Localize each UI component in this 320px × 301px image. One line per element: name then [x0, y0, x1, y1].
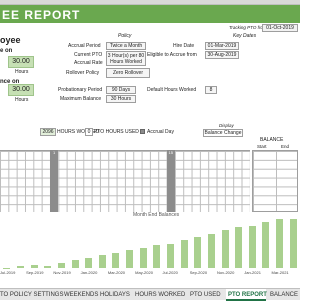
chart-bar [289, 219, 297, 268]
balance-start-label: Start [257, 144, 267, 149]
chart-bar [126, 250, 134, 268]
eligible-label: Eligible to Accrue from [147, 52, 197, 58]
balance-grid [252, 150, 298, 212]
chart-bar [180, 240, 188, 268]
chart-x-tick-label: Sep-2020 [189, 270, 208, 275]
hours-unit-1: Hours [15, 69, 29, 75]
accrual-day-label: Accrual Day [147, 129, 174, 135]
chart-x-axis: Jul-2019 Sep-2019 Nov-2019 Jan-2020 Mar-2020… [0, 270, 300, 278]
chart-x-tick-label: May-2020 [135, 270, 153, 275]
accrual-day-column-15: 15 [166, 150, 175, 212]
chart-bar [98, 254, 106, 268]
eligible-value[interactable]: 30-Aug-2019 [205, 51, 239, 59]
chart-x-tick-label: Nov-2020 [217, 270, 235, 275]
tracking-date[interactable]: 01-Oct-2019 [262, 24, 298, 32]
chart-title: Month End Balances [133, 212, 180, 218]
hours-box-2: 30.00 [8, 84, 34, 96]
sheet-tab-bar: TO POLICY SETTINGS WEEKENDS HOLIDAYS HOU… [0, 288, 300, 301]
probationary-label: Probationary Period [58, 87, 103, 93]
probationary-value[interactable]: 90 Days [106, 86, 136, 94]
tab-weekends-holidays[interactable]: WEEKENDS HOLIDAYS [64, 289, 130, 301]
chart-x-tick-label: Jul-2020 [162, 270, 178, 275]
chart-x-tick-label: Mar-2020 [107, 270, 126, 275]
accrual-day-number-1: 1 [53, 150, 56, 155]
accrual-period-label: Accrual Period [68, 43, 101, 49]
accrual-day-column-1: 1 [50, 150, 59, 212]
chart-bar [153, 245, 161, 268]
accrual-period-value[interactable]: Twice a Month [106, 42, 146, 50]
chart-bar [207, 233, 215, 268]
rollover-policy-label: Rollover Policy [66, 70, 100, 76]
chart-bar [166, 243, 174, 268]
tab-pto-policy-settings[interactable]: TO POLICY SETTINGS [0, 289, 63, 301]
balance-header: BALANCE [260, 137, 284, 143]
chart-bar [85, 258, 93, 268]
pto-used-value: 0 [85, 128, 93, 136]
chart-bar [3, 267, 11, 268]
chart-x-tick-label: Nov-2019 [53, 270, 71, 275]
accrual-day-swatch [140, 129, 145, 134]
chart-bar [139, 248, 147, 268]
accrual-rate-value[interactable]: 3 Hour(s) per 80 Hours Worked [106, 51, 146, 66]
chart-bar [44, 265, 52, 268]
chart-bar [112, 253, 120, 268]
hire-date-label: Hire Date [173, 43, 195, 49]
balance-end-label: End [281, 144, 290, 149]
pto-calendar-grid[interactable] [0, 150, 250, 212]
chart-bar [248, 225, 256, 268]
hire-date-value[interactable]: 01-Mar-2019 [205, 42, 239, 50]
hours-worked-value: 2096 [40, 128, 56, 136]
tab-pto-used[interactable]: PTO USED [190, 289, 223, 301]
pto-used-label: PTO HOURS USED [94, 129, 139, 135]
chart-bar [57, 263, 65, 268]
display-label: Display [219, 123, 234, 128]
chart-bar [194, 236, 202, 268]
max-balance-value[interactable]: 30 Hours [106, 95, 136, 103]
report-banner: EE REPORT [0, 5, 300, 23]
default-hours-value[interactable]: 8 [205, 86, 217, 94]
tab-balance[interactable]: BALANCE [270, 289, 300, 301]
chart-x-tick-label: Jan-2020 [80, 270, 98, 275]
accrual-day-number-15: 15 [168, 150, 173, 155]
chart-bar [71, 259, 79, 268]
current-pto-label: Current PTO [74, 52, 103, 58]
rollover-policy-value[interactable]: Zero Rollover [106, 68, 150, 78]
display-select[interactable]: Balance Change [203, 129, 243, 137]
chart-bar [235, 227, 243, 268]
month-end-balance-chart: Jul-2019 Sep-2019 Nov-2019 Jan-2020 Mar-2020… [0, 219, 300, 279]
chart-x-tick-label: Jul-2019 [0, 270, 16, 275]
report-title: EE REPORT [2, 8, 81, 22]
hours-box-1: 30.00 [8, 56, 34, 68]
default-hours-label: Default Hours Worked [147, 87, 197, 93]
policy-header: Policy [118, 33, 132, 39]
chart-x-tick-label: Jan-2021 [244, 270, 261, 275]
chart-x-tick-label: Sep-2019 [26, 270, 44, 275]
employee-on-label-1: e on [0, 48, 13, 54]
chart-bar [221, 230, 229, 268]
employee-heading: oyee [0, 35, 21, 45]
tracking-label: Tracking PTO from [229, 25, 267, 30]
hours-unit-2: Hours [15, 97, 29, 103]
chart-bar [276, 219, 284, 268]
chart-bar [30, 264, 38, 268]
chart-bar [16, 266, 24, 268]
tab-hours-worked[interactable]: HOURS WORKED [135, 289, 185, 301]
chart-x-tick-label: Mar-2021 [271, 270, 289, 275]
tab-pto-report[interactable]: PTO REPORT [226, 289, 267, 301]
chart-plot-area [0, 219, 300, 268]
accrual-rate-label: Accrual Rate [74, 60, 103, 66]
chart-bar [262, 222, 270, 268]
key-dates-header: Key Dates [233, 33, 257, 39]
max-balance-label: Maximum Balance [60, 96, 102, 102]
